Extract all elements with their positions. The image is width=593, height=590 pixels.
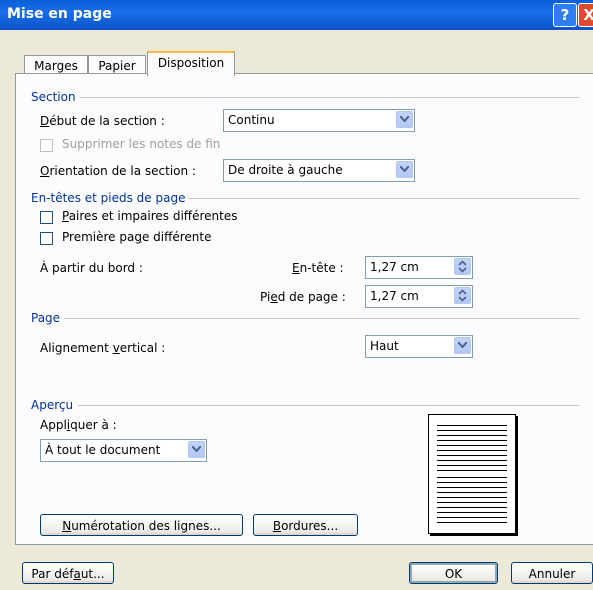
preview-line: [437, 445, 507, 446]
page-preview: [428, 414, 516, 534]
first-page-checkbox[interactable]: [40, 232, 53, 245]
preview-line: [437, 465, 507, 466]
section-orientation-value: De droite à gauche: [228, 163, 343, 177]
vertical-alignment-select[interactable]: Haut: [365, 335, 473, 358]
default-label: Par défaut...: [31, 567, 105, 581]
section-heading: Section: [31, 90, 76, 104]
preview-line: [437, 455, 507, 456]
chevron-down-icon[interactable]: [188, 441, 205, 458]
footer-distance-value: 1,27 cm: [370, 289, 419, 303]
default-button[interactable]: Par défaut...: [22, 562, 114, 584]
header-distance-label: En-tête :: [292, 261, 344, 275]
cancel-button[interactable]: Annuler: [511, 562, 593, 584]
section-start-select[interactable]: Continu: [223, 109, 415, 132]
tab-disposition-label: Disposition: [157, 56, 225, 70]
section-orientation-label: Orientation de la section :: [40, 164, 196, 178]
preview-line: [437, 512, 507, 513]
apply-to-label: Appliquer à :: [40, 418, 117, 432]
preview-separator: [78, 405, 580, 406]
odd-even-label: Paires et impaires différentes: [62, 209, 238, 223]
preview-line: [437, 450, 507, 451]
preview-line: [437, 482, 507, 483]
apply-to-value: À tout le document: [45, 443, 161, 457]
help-icon: ?: [560, 6, 570, 24]
section-orientation-select[interactable]: De droite à gauche: [223, 159, 415, 182]
preview-line: [437, 522, 507, 523]
preview-heading: Aperçu: [31, 398, 74, 412]
chevron-down-icon[interactable]: [454, 337, 471, 354]
spin-arrows-icon[interactable]: [454, 287, 471, 304]
preview-line: [437, 440, 507, 441]
section-start-value: Continu: [228, 113, 275, 127]
preview-line: [437, 477, 507, 478]
first-page-label: Première page différente: [62, 230, 212, 244]
page-separator: [64, 318, 580, 319]
borders-button[interactable]: Bordures...: [253, 514, 358, 536]
tab-papier-label: Papier: [98, 59, 136, 73]
apply-to-select[interactable]: À tout le document: [40, 439, 207, 462]
window-title: Mise en page: [7, 6, 112, 22]
vertical-alignment-value: Haut: [370, 339, 399, 353]
preview-line: [437, 497, 507, 498]
line-numbers-label: Numérotation des lignes...: [62, 519, 221, 533]
preview-line: [437, 492, 507, 493]
suppress-endnotes-checkbox[interactable]: [40, 139, 53, 152]
chevron-down-icon[interactable]: [396, 111, 413, 128]
close-icon: X: [583, 6, 593, 24]
preview-line: [437, 487, 507, 488]
tab-disposition[interactable]: Disposition: [147, 51, 235, 76]
suppress-endnotes-label: Supprimer les notes de fin: [62, 137, 221, 151]
preview-line: [437, 517, 507, 518]
preview-line: [437, 430, 507, 431]
footer-distance-spinner[interactable]: 1,27 cm: [365, 285, 473, 308]
preview-line: [437, 502, 507, 503]
preview-line: [437, 425, 507, 426]
line-numbers-button[interactable]: Numérotation des lignes...: [40, 514, 243, 536]
section-start-label: Début de la section :: [40, 114, 165, 128]
chevron-down-icon[interactable]: [396, 161, 413, 178]
borders-label: Bordures...: [272, 519, 339, 533]
preview-line: [437, 470, 507, 471]
cancel-label: Annuler: [528, 567, 576, 581]
odd-even-checkbox[interactable]: [40, 211, 53, 224]
vertical-alignment-label: Alignement vertical :: [40, 341, 166, 355]
preview-line: [437, 435, 507, 436]
help-button[interactable]: ?: [553, 3, 577, 27]
footer-distance-label: Pied de page :: [260, 290, 346, 304]
ok-button[interactable]: OK: [409, 562, 498, 584]
preview-line: [437, 460, 507, 461]
headers-separator: [188, 198, 580, 199]
from-edge-label: À partir du bord :: [40, 261, 143, 275]
header-distance-value: 1,27 cm: [370, 260, 419, 274]
headers-heading: En-têtes et pieds de page: [31, 191, 186, 205]
close-button[interactable]: X: [578, 3, 593, 27]
preview-line: [437, 507, 507, 508]
spin-arrows-icon[interactable]: [454, 258, 471, 275]
title-bar[interactable]: Mise en page ? X: [0, 0, 593, 30]
ok-label: OK: [444, 567, 463, 581]
page-heading: Page: [31, 311, 61, 325]
header-distance-spinner[interactable]: 1,27 cm: [365, 256, 473, 279]
tab-marges-label: Marges: [34, 59, 78, 73]
section-separator: [80, 97, 580, 98]
